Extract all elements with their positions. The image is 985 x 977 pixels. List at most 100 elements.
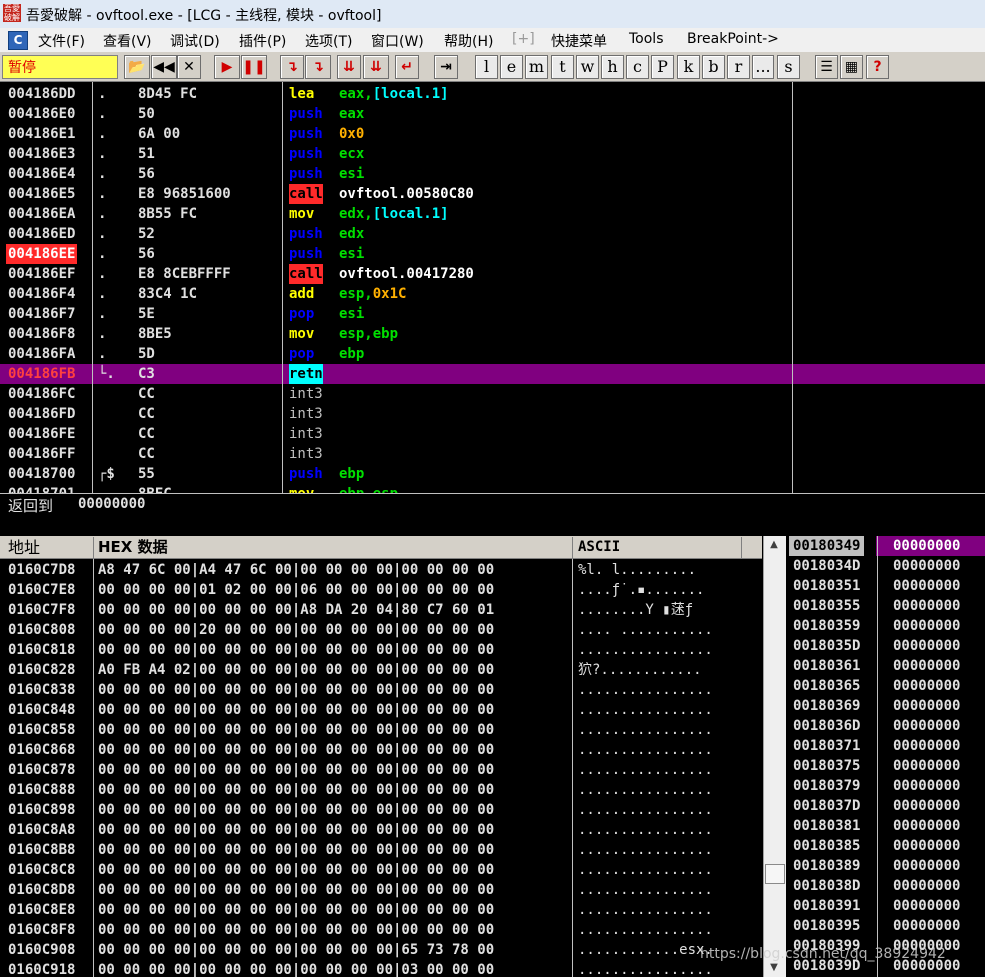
stack-row[interactable]: 00180391 00000000: [786, 896, 985, 916]
restart-icon[interactable]: ◀◀: [151, 55, 177, 79]
dump-row[interactable]: 0160C8C8 00 00 00 00|00 00 00 00|00 00 00…: [0, 860, 762, 880]
menu-tools[interactable]: Tools: [629, 31, 664, 47]
toolbar-letter-w-button[interactable]: w: [576, 55, 599, 79]
step-into-icon[interactable]: ↴: [280, 55, 304, 79]
dump-row[interactable]: 0160C888 00 00 00 00|00 00 00 00|00 00 00…: [0, 780, 762, 800]
dump-col-ascii[interactable]: ASCII: [578, 537, 620, 558]
step-over-icon[interactable]: ↴: [305, 55, 331, 79]
stack-row[interactable]: 00180371 00000000: [786, 736, 985, 756]
dump-row[interactable]: 0160C918 00 00 00 00|00 00 00 00|00 00 00…: [0, 960, 762, 977]
scroll-thumb[interactable]: [765, 864, 785, 884]
disasm-row[interactable]: 004186DD. 8D45 FC lea eax,[local.1]: [0, 84, 985, 104]
dump-row[interactable]: 0160C818 00 00 00 00|00 00 00 00|00 00 00…: [0, 640, 762, 660]
dump-row[interactable]: 0160C7E8 00 00 00 00|01 02 00 00|06 00 00…: [0, 580, 762, 600]
dump-row[interactable]: 0160C908 00 00 00 00|00 00 00 00|00 00 00…: [0, 940, 762, 960]
menu-shortcuts[interactable]: 快捷菜单: [551, 31, 607, 51]
stack-row[interactable]: 00180389 00000000: [786, 856, 985, 876]
dump-row[interactable]: 0160C8B8 00 00 00 00|00 00 00 00|00 00 00…: [0, 840, 762, 860]
stack-row[interactable]: 00180349 00000000: [786, 536, 985, 556]
dump-row[interactable]: 0160C878 00 00 00 00|00 00 00 00|00 00 00…: [0, 760, 762, 780]
stack-row[interactable]: 00180365 00000000: [786, 676, 985, 696]
disasm-row[interactable]: 004186FD CC int3: [0, 404, 985, 424]
hex-dump-pane[interactable]: 0160C7D8 A8 47 6C 00|A4 47 6C 00|00 00 00…: [0, 559, 762, 977]
dump-row[interactable]: 0160C7D8 A8 47 6C 00|A4 47 6C 00|00 00 00…: [0, 560, 762, 580]
disasm-row[interactable]: 004186FB └. C3 retn: [0, 364, 985, 384]
disasm-row[interactable]: 004186F8. 8BE5 mov esp,ebp: [0, 324, 985, 344]
menu-breakpoint[interactable]: BreakPoint->: [687, 31, 779, 47]
list-icon[interactable]: ☰: [815, 55, 838, 79]
trace-over-icon[interactable]: ⇊: [363, 55, 389, 79]
stack-row[interactable]: 00180369 00000000: [786, 696, 985, 716]
toolbar-letter-m-button[interactable]: m: [525, 55, 548, 79]
dump-row[interactable]: 0160C838 00 00 00 00|00 00 00 00|00 00 00…: [0, 680, 762, 700]
disasm-row[interactable]: 004186EA. 8B55 FC mov edx,[local.1]: [0, 204, 985, 224]
dump-row[interactable]: 0160C898 00 00 00 00|00 00 00 00|00 00 00…: [0, 800, 762, 820]
disasm-row[interactable]: 004186FA. 5D pop ebp: [0, 344, 985, 364]
disasm-row[interactable]: 00418701 8BEC mov ebp,esp: [0, 484, 985, 493]
toolbar-letter-l-button[interactable]: l: [475, 55, 498, 79]
disasm-row[interactable]: 004186E1. 6A 00 push 0x0: [0, 124, 985, 144]
stack-row[interactable]: 0018036D 00000000: [786, 716, 985, 736]
dump-row[interactable]: 0160C8D8 00 00 00 00|00 00 00 00|00 00 00…: [0, 880, 762, 900]
toolbar-letter-s-button[interactable]: s: [777, 55, 800, 79]
dump-row[interactable]: 0160C808 00 00 00 00|20 00 00 00|00 00 00…: [0, 620, 762, 640]
dump-row[interactable]: 0160C8E8 00 00 00 00|00 00 00 00|00 00 00…: [0, 900, 762, 920]
toolbar-letter-k-button[interactable]: k: [677, 55, 700, 79]
disasm-row[interactable]: 004186E4. 56 push esi: [0, 164, 985, 184]
disassembly-pane[interactable]: 004186DD. 8D45 FC lea eax,[local.1] 004186E0…: [0, 82, 985, 493]
pause-icon[interactable]: ❚❚: [241, 55, 267, 79]
stack-row[interactable]: 0018034D 00000000: [786, 556, 985, 576]
dump-row[interactable]: 0160C858 00 00 00 00|00 00 00 00|00 00 00…: [0, 720, 762, 740]
disasm-row[interactable]: 004186E3. 51 push ecx: [0, 144, 985, 164]
menu-view[interactable]: 查看(V): [103, 31, 152, 51]
dump-row[interactable]: 0160C8A8 00 00 00 00|00 00 00 00|00 00 00…: [0, 820, 762, 840]
dump-row[interactable]: 0160C828 A0 FB A4 02|00 00 00 00|00 00 00…: [0, 660, 762, 680]
stack-row[interactable]: 00180395 00000000: [786, 916, 985, 936]
stack-row[interactable]: 0018038D 00000000: [786, 876, 985, 896]
trace-into-icon[interactable]: ⇊: [337, 55, 361, 79]
run-icon[interactable]: ▶: [214, 55, 240, 79]
disasm-row[interactable]: 004186E0. 50 push eax: [0, 104, 985, 124]
toolbar-letter-P-button[interactable]: P: [651, 55, 674, 79]
disasm-row[interactable]: 00418700 ┌$ 55 push ebp: [0, 464, 985, 484]
disasm-row[interactable]: 004186FC CC int3: [0, 384, 985, 404]
close-icon[interactable]: ✕: [177, 55, 201, 79]
menu-file[interactable]: 文件(F): [38, 31, 85, 51]
goto-icon[interactable]: ⇥: [434, 55, 458, 79]
disasm-row[interactable]: 004186EE. 56 push esi: [0, 244, 985, 264]
dump-row[interactable]: 0160C848 00 00 00 00|00 00 00 00|00 00 00…: [0, 700, 762, 720]
menu-window[interactable]: 窗口(W): [371, 31, 424, 51]
execute-till-return-icon[interactable]: ↵: [395, 55, 419, 79]
dump-col-address[interactable]: 地址: [8, 537, 40, 558]
menu-options[interactable]: 选项(T): [305, 31, 352, 51]
dump-row[interactable]: 0160C868 00 00 00 00|00 00 00 00|00 00 00…: [0, 740, 762, 760]
help-icon[interactable]: ?: [866, 55, 889, 79]
disasm-row[interactable]: 004186F4. 83C4 1C add esp,0x1C: [0, 284, 985, 304]
stack-row[interactable]: 00180375 00000000: [786, 756, 985, 776]
stack-row[interactable]: 00180359 00000000: [786, 616, 985, 636]
disasm-row[interactable]: 004186E5. E8 96851600 call ovftool.00580C80: [0, 184, 985, 204]
menu-debug[interactable]: 调试(D): [170, 31, 220, 51]
stack-row[interactable]: 00180361 00000000: [786, 656, 985, 676]
open-icon[interactable]: 📂: [124, 55, 150, 79]
grid-icon[interactable]: ▦: [840, 55, 863, 79]
system-menu-icon[interactable]: C: [8, 31, 28, 50]
toolbar-letter-c-button[interactable]: c: [626, 55, 649, 79]
toolbar-letter-b-button[interactable]: b: [702, 55, 725, 79]
stack-row[interactable]: 0018035D 00000000: [786, 636, 985, 656]
toolbar-letter-r-button[interactable]: r: [727, 55, 750, 79]
stack-row[interactable]: 00180351 00000000: [786, 576, 985, 596]
stack-row[interactable]: 00180385 00000000: [786, 836, 985, 856]
menu-help[interactable]: 帮助(H): [444, 31, 493, 51]
stack-row[interactable]: 00180355 00000000: [786, 596, 985, 616]
dump-col-hex[interactable]: HEX 数据: [98, 537, 168, 558]
dump-row[interactable]: 0160C7F8 00 00 00 00|00 00 00 00|A8 DA 20…: [0, 600, 762, 620]
dump-scrollbar[interactable]: [763, 536, 786, 977]
scroll-up-arrow-icon[interactable]: ▲: [763, 536, 785, 554]
stack-row[interactable]: 00180381 00000000: [786, 816, 985, 836]
disasm-row[interactable]: 004186FF CC int3: [0, 444, 985, 464]
toolbar-letter-h-button[interactable]: h: [601, 55, 624, 79]
menu-expand[interactable]: [+]: [512, 31, 535, 47]
disasm-row[interactable]: 004186FE CC int3: [0, 424, 985, 444]
toolbar-letter-e-button[interactable]: e: [500, 55, 523, 79]
